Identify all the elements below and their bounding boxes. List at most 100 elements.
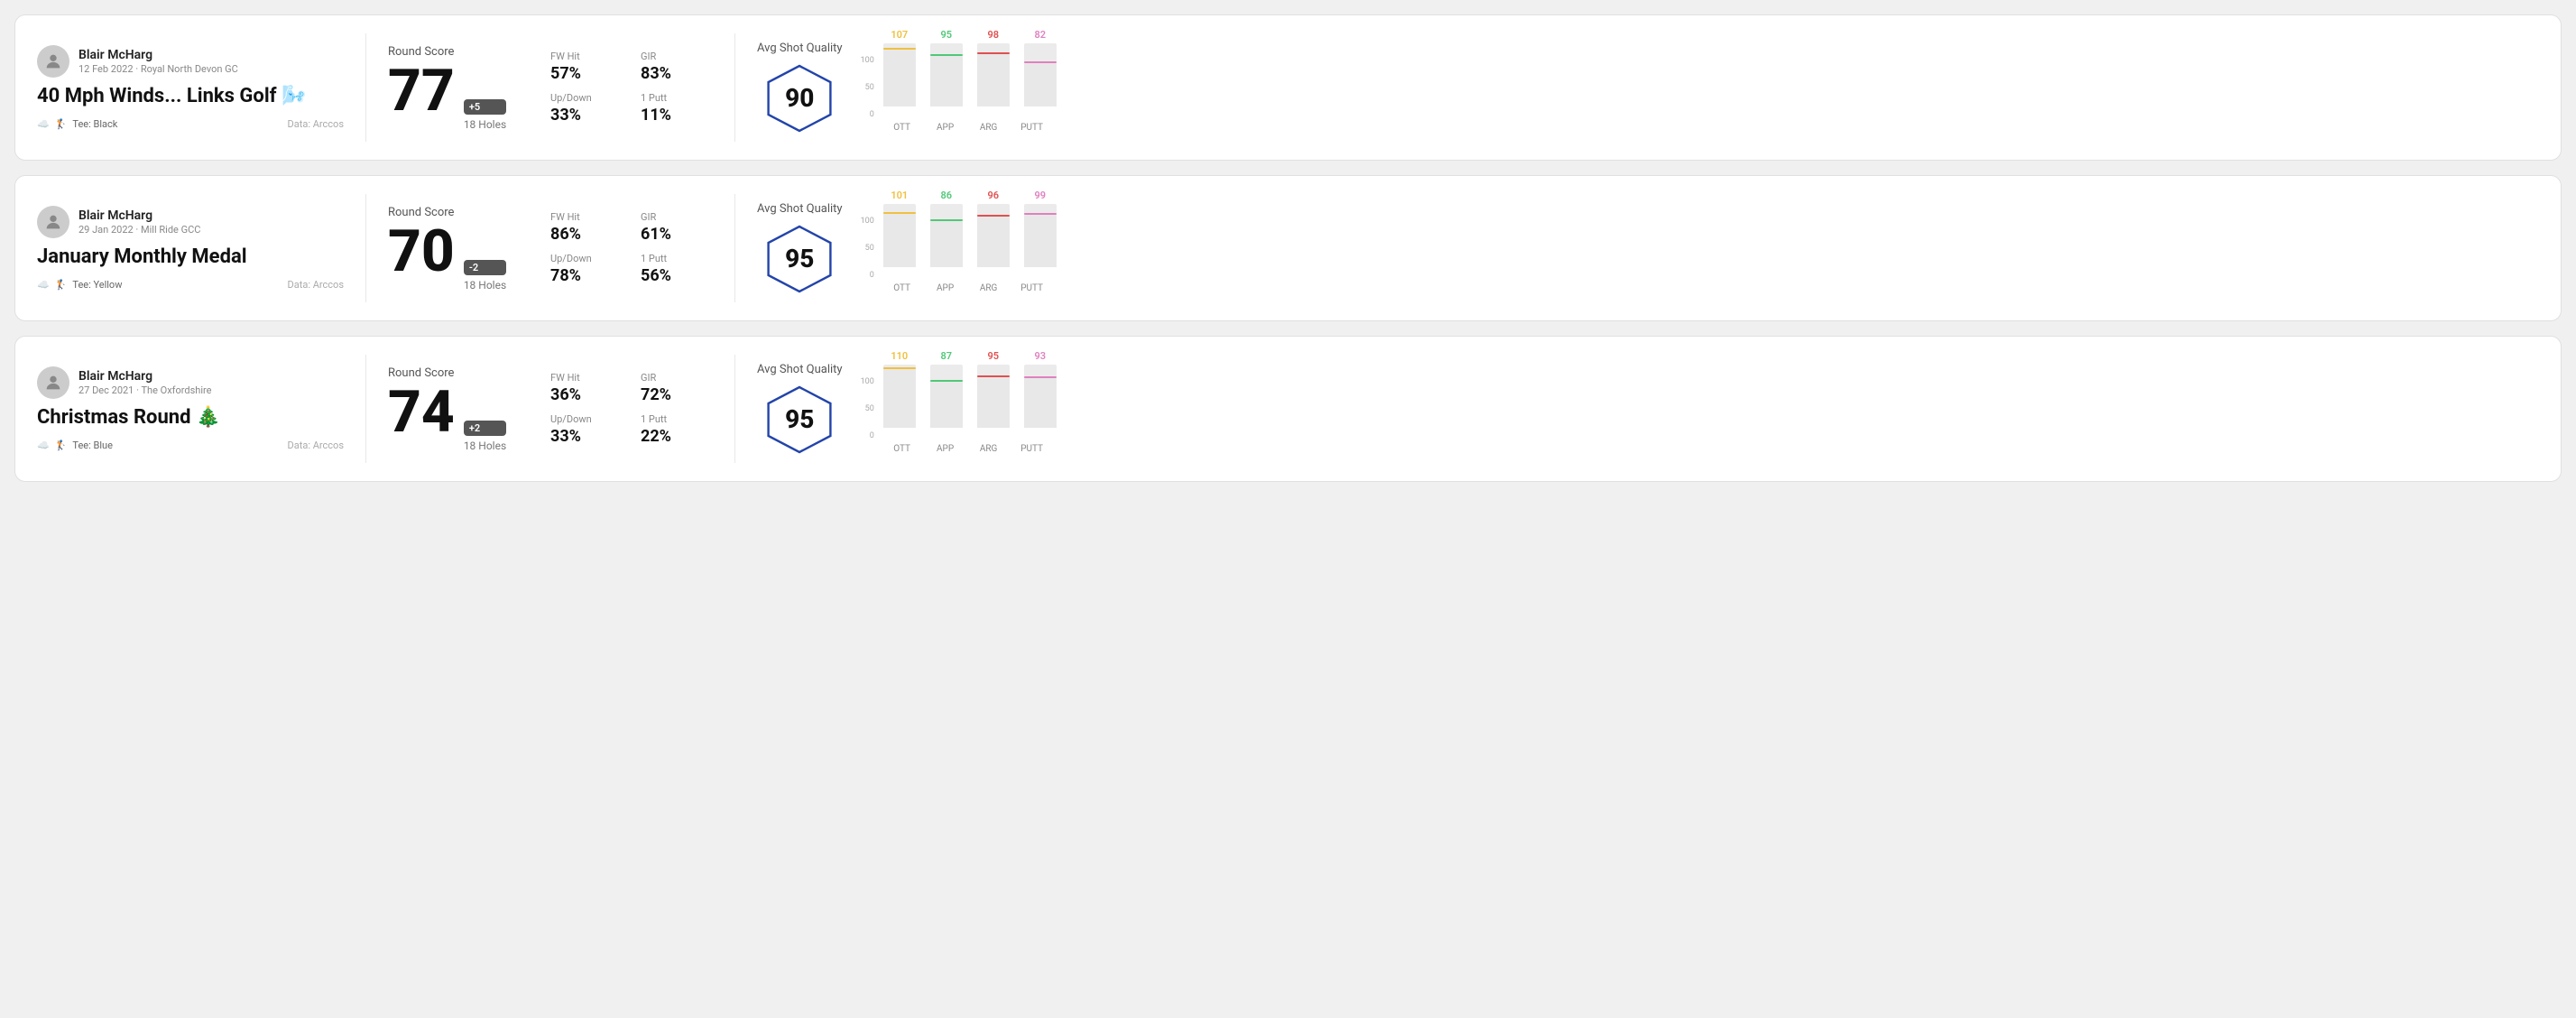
gir-value: 72% xyxy=(641,385,713,404)
y-0: 0 xyxy=(861,110,874,119)
fw-hit-label: FW Hit xyxy=(550,211,623,223)
hex-score-value: 95 xyxy=(785,244,814,273)
cloud-icon: ☁️ xyxy=(37,279,50,291)
bar-fill xyxy=(883,50,916,106)
chart-section: 100 50 0 110 87 95 xyxy=(861,365,1058,454)
bar-value: 86 xyxy=(940,190,952,202)
bar-value: 96 xyxy=(987,190,999,202)
bar-value: 87 xyxy=(940,350,952,363)
avg-shot-quality-label: Avg Shot Quality xyxy=(757,42,843,55)
gir-label: GIR xyxy=(641,51,713,62)
tee-label: Tee: Blue xyxy=(72,440,113,451)
updown-label: Up/Down xyxy=(550,253,623,264)
score-value: 70 xyxy=(388,223,455,281)
tee-info: ☁️ 🏌️ Tee: Blue xyxy=(37,440,113,451)
data-source: Data: Arccos xyxy=(288,279,344,291)
x-axis-row: OTTAPPARGPUTT xyxy=(886,123,1058,133)
bar-background xyxy=(930,204,963,267)
bar-col-arg: 96 xyxy=(975,190,1011,267)
updown-stat: Up/Down 33% xyxy=(550,413,623,446)
x-axis-row: OTTAPPARGPUTT xyxy=(886,283,1058,293)
score-holes: 18 Holes xyxy=(464,279,506,292)
person-icon xyxy=(43,51,63,71)
date-course: 29 Jan 2022 · Mill Ride GCC xyxy=(78,224,200,236)
bar-col-ott: 107 xyxy=(882,29,918,106)
bar-fill xyxy=(1024,215,1057,267)
y-100: 100 xyxy=(861,377,874,386)
x-axis-label: OTT xyxy=(886,283,919,293)
bar-col-app: 87 xyxy=(928,350,965,428)
round-card: Blair McHarg 27 Dec 2021 · The Oxfordshi… xyxy=(14,336,2562,482)
bar-col-ott: 110 xyxy=(882,350,918,428)
one-putt-label: 1 Putt xyxy=(641,413,713,425)
gir-value: 83% xyxy=(641,64,713,83)
y-50: 50 xyxy=(861,83,874,92)
bar-color-line xyxy=(930,380,963,382)
bag-icon: 🏌️ xyxy=(55,279,68,291)
bar-value: 95 xyxy=(987,350,999,363)
one-putt-label: 1 Putt xyxy=(641,92,713,104)
round-title: 40 Mph Winds... Links Golf 🌬️ xyxy=(37,85,344,108)
round-card: Blair McHarg 12 Feb 2022 · Royal North D… xyxy=(14,14,2562,161)
bar-col-app: 86 xyxy=(928,190,965,267)
y-axis-labels: 100 50 0 xyxy=(861,217,878,280)
gir-label: GIR xyxy=(641,372,713,384)
x-axis-label: ARG xyxy=(973,123,1005,133)
hexagon: 95 xyxy=(763,384,836,456)
avg-shot-quality-label: Avg Shot Quality xyxy=(757,363,843,376)
one-putt-value: 22% xyxy=(641,427,713,446)
date-course: 27 Dec 2021 · The Oxfordshire xyxy=(78,384,211,397)
user-header: Blair McHarg 29 Jan 2022 · Mill Ride GCC xyxy=(37,206,344,238)
bar-background xyxy=(1024,43,1057,106)
fw-hit-value: 86% xyxy=(550,225,623,244)
bar-background xyxy=(883,365,916,428)
chart-section: 100 50 0 101 86 96 xyxy=(861,204,1058,293)
y-axis-labels: 100 50 0 xyxy=(861,56,878,119)
score-section: Round Score 74 +2 18 Holes xyxy=(388,366,550,452)
bar-fill xyxy=(930,56,963,106)
bar-color-line xyxy=(1024,213,1057,215)
bar-fill xyxy=(977,54,1010,106)
bar-col-putt: 82 xyxy=(1022,29,1058,106)
bar-fill xyxy=(930,382,963,428)
gir-label: GIR xyxy=(641,211,713,223)
data-source: Data: Arccos xyxy=(288,440,344,451)
bar-background xyxy=(930,365,963,428)
score-row: 70 -2 18 Holes xyxy=(388,223,550,292)
hexagon: 95 xyxy=(763,223,836,295)
gir-value: 61% xyxy=(641,225,713,244)
score-value: 74 xyxy=(388,384,455,441)
bar-col-ott: 101 xyxy=(882,190,918,267)
one-putt-stat: 1 Putt 11% xyxy=(641,92,713,125)
score-badge-col: -2 18 Holes xyxy=(464,260,506,292)
x-axis-label: APP xyxy=(929,444,962,454)
user-name: Blair McHarg xyxy=(78,208,200,224)
score-section: Round Score 77 +5 18 Holes xyxy=(388,45,550,131)
y-0: 0 xyxy=(861,431,874,440)
hexagon-wrap: 90 xyxy=(757,62,843,134)
bar-value: 110 xyxy=(891,350,908,363)
one-putt-value: 11% xyxy=(641,106,713,125)
user-info: Blair McHarg 29 Jan 2022 · Mill Ride GCC xyxy=(78,208,200,236)
bar-color-line xyxy=(977,375,1010,377)
round-title: Christmas Round 🎄 xyxy=(37,406,344,430)
date-course: 12 Feb 2022 · Royal North Devon GC xyxy=(78,63,238,76)
score-diff-badge: -2 xyxy=(464,260,506,275)
bar-fill xyxy=(977,377,1010,427)
bar-value: 99 xyxy=(1034,190,1046,202)
bar-col-app: 95 xyxy=(928,29,965,106)
hexagon: 90 xyxy=(763,62,836,134)
user-header: Blair McHarg 12 Feb 2022 · Royal North D… xyxy=(37,45,344,78)
avg-shot-quality-label: Avg Shot Quality xyxy=(757,202,843,216)
updown-label: Up/Down xyxy=(550,413,623,425)
bar-value: 101 xyxy=(891,190,908,202)
updown-stat: Up/Down 33% xyxy=(550,92,623,125)
section-divider-2 xyxy=(734,33,735,142)
user-info: Blair McHarg 27 Dec 2021 · The Oxfordshi… xyxy=(78,368,211,397)
y-100: 100 xyxy=(861,56,874,65)
round-card: Blair McHarg 29 Jan 2022 · Mill Ride GCC… xyxy=(14,175,2562,321)
bar-color-line xyxy=(977,215,1010,217)
avatar xyxy=(37,45,69,78)
fw-hit-stat: FW Hit 36% xyxy=(550,372,623,404)
gir-stat: GIR 83% xyxy=(641,51,713,83)
